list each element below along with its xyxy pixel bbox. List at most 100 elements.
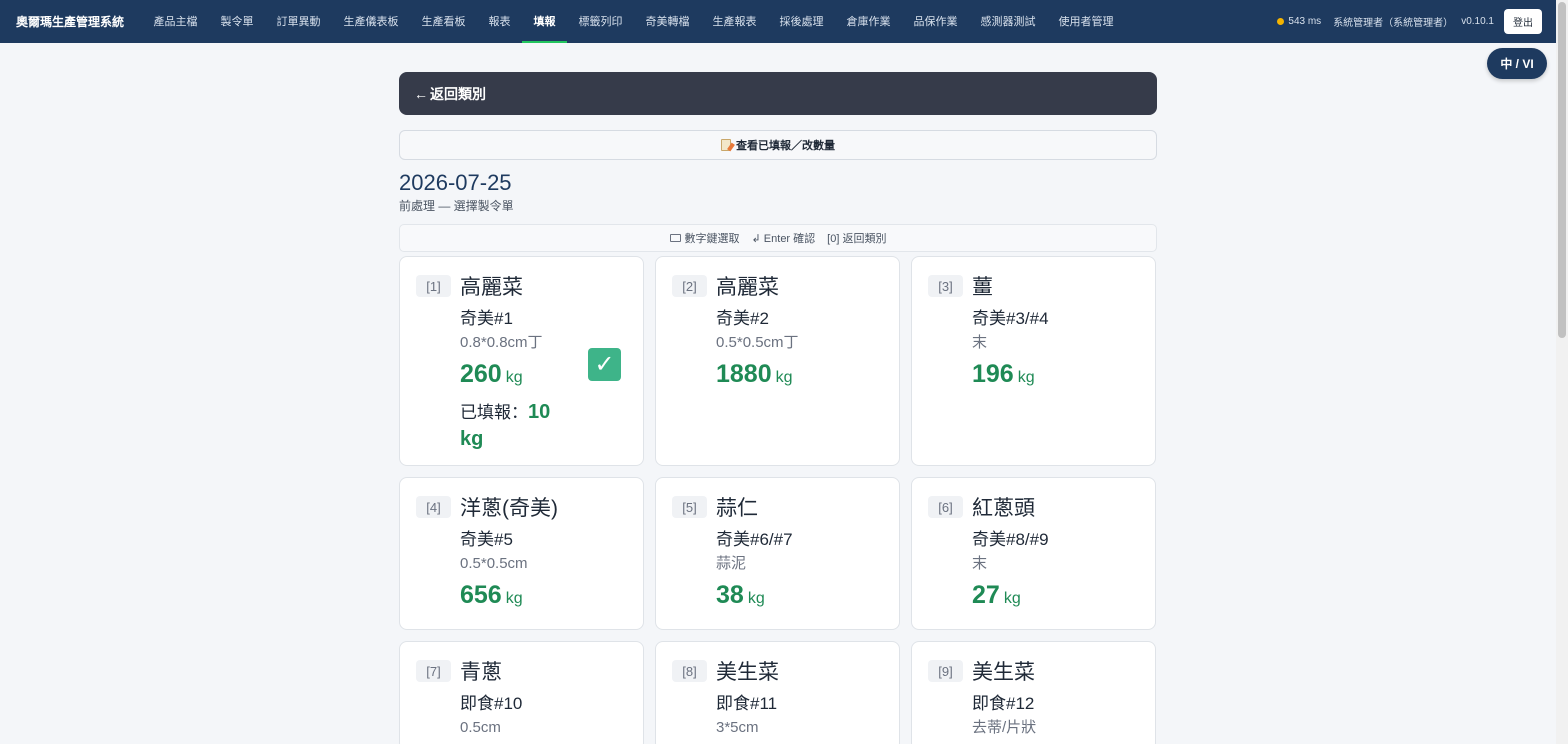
work-order-grid: [1] 高麗菜 奇美#1 0.8*0.8cm丁 260 kg 已填報：10 kg … (399, 256, 1157, 744)
view-filled-button[interactable]: 查看已填報／改數量 (399, 130, 1157, 160)
filled-amount: 已填報：10 kg (460, 399, 570, 453)
nav-item-production-board[interactable]: 生產看板 (410, 0, 477, 43)
nav-item-warehouse[interactable]: 倉庫作業 (835, 0, 902, 43)
keyboard-hint-bar: 數字鍵選取 ↲ Enter 確認 [0] 返回類別 (399, 224, 1157, 252)
key-badge: [7] (416, 660, 451, 682)
card-body: 高麗菜 奇美#2 0.5*0.5cm丁 1880 kg (716, 275, 883, 453)
nav-item-product-master[interactable]: 產品主檔 (142, 0, 209, 43)
memo-icon (721, 139, 731, 151)
main-nav: 產品主檔 製令單 訂單異動 生產儀表板 生產看板 報表 填報 標籤列印 奇美轉檔… (142, 0, 1125, 43)
nav-status-area: 543 ms 系統管理者（系統管理者） v0.10.1 登出 (1277, 9, 1542, 34)
product-spec: 末 (972, 334, 988, 351)
quantity-value: 38 (716, 581, 744, 609)
filled-label: 已填報： (460, 403, 528, 422)
product-spec: 末 (972, 555, 988, 572)
nav-item-sensor-test[interactable]: 感測器測試 (969, 0, 1047, 43)
top-nav-bar: 奧爾瑪生產管理系統 產品主檔 製令單 訂單異動 生產儀表板 生產看板 報表 填報… (0, 0, 1556, 43)
quantity-unit: kg (747, 590, 765, 607)
work-order-card[interactable]: [9] 美生菜 即食#12 去蒂/片狀 (911, 641, 1156, 744)
product-spec: 0.5cm (460, 719, 501, 736)
hint-back: [0] 返回類別 (827, 233, 887, 245)
product-name: 青蔥 (460, 661, 502, 684)
product-name: 美生菜 (972, 661, 1035, 684)
product-name: 高麗菜 (716, 276, 779, 299)
key-badge: [5] (672, 496, 707, 518)
product-name: 紅蔥頭 (972, 497, 1035, 520)
quantity-unit: kg (505, 590, 523, 607)
order-number: 奇美#2 (716, 309, 769, 328)
page-subtitle: 前處理 — 選擇製令單 (399, 199, 514, 213)
nav-item-label-print[interactable]: 標籤列印 (567, 0, 634, 43)
status-dot-icon (1277, 18, 1285, 25)
quantity-unit: kg (505, 369, 523, 386)
nav-item-chimei-convert[interactable]: 奇美轉檔 (634, 0, 701, 43)
quantity-unit: kg (1017, 369, 1035, 386)
work-order-card[interactable]: [8] 美生菜 即食#11 3*5cm (655, 641, 900, 744)
work-order-card[interactable]: [7] 青蔥 即食#10 0.5cm (399, 641, 644, 744)
product-name: 蒜仁 (716, 497, 758, 520)
quantity: 196 kg (972, 359, 1139, 393)
hint-numeric: 數字鍵選取 (669, 230, 740, 246)
order-number: 奇美#6/#7 (716, 530, 793, 549)
product-spec: 0.5*0.5cm (460, 555, 528, 572)
order-number: 即食#11 (716, 694, 778, 713)
hint-enter: ↲ Enter 確認 (751, 233, 816, 245)
main-content: ← 返回類別 查看已填報／改數量 2026-07-25 前處理 — 選擇製令單 … (399, 72, 1157, 744)
nav-item-production-dashboard[interactable]: 生產儀表板 (332, 0, 410, 43)
back-label: 返回類別 (430, 85, 486, 102)
quantity-unit: kg (775, 369, 793, 386)
nav-item-order-changes[interactable]: 訂單異動 (265, 0, 332, 43)
work-order-card[interactable]: [4] 洋蔥(奇美) 奇美#5 0.5*0.5cm 656 kg (399, 477, 644, 630)
nav-item-work-order[interactable]: 製令單 (209, 0, 265, 43)
app-title[interactable]: 奧爾瑪生產管理系統 (16, 13, 124, 30)
nav-item-user-management[interactable]: 使用者管理 (1047, 0, 1125, 43)
quantity-unit: kg (1003, 590, 1021, 607)
key-badge: [9] (928, 660, 963, 682)
logout-button[interactable]: 登出 (1504, 9, 1542, 34)
nav-item-reports[interactable]: 報表 (477, 0, 522, 43)
product-spec: 3*5cm (716, 719, 759, 736)
product-name: 高麗菜 (460, 276, 523, 299)
work-order-card[interactable]: [1] 高麗菜 奇美#1 0.8*0.8cm丁 260 kg 已填報：10 kg … (399, 256, 644, 466)
quantity-value: 1880 (716, 360, 772, 388)
hint-numeric-text: 數字鍵選取 (684, 233, 740, 245)
latency-text: 543 ms (1288, 16, 1322, 27)
product-name: 洋蔥(奇美) (460, 497, 558, 520)
quantity-value: 196 (972, 360, 1014, 388)
product-spec: 去蒂/片狀 (972, 719, 1037, 736)
key-badge: [8] (672, 660, 707, 682)
order-number: 奇美#3/#4 (972, 309, 1049, 328)
work-order-card[interactable]: [2] 高麗菜 奇美#2 0.5*0.5cm丁 1880 kg (655, 256, 900, 466)
app-version: v0.10.1 (1461, 16, 1494, 27)
page-scrollbar[interactable] (1556, 0, 1568, 744)
work-order-card[interactable]: [3] 薑 奇美#3/#4 末 196 kg (911, 256, 1156, 466)
quantity: 27 kg (972, 580, 1139, 614)
card-body: 紅蔥頭 奇美#8/#9 末 27 kg (972, 496, 1139, 617)
quantity-value: 27 (972, 581, 1000, 609)
page-title-date: 2026-07-25 (399, 170, 512, 195)
key-badge: [3] (928, 275, 963, 297)
back-to-category-button[interactable]: ← 返回類別 (399, 72, 1157, 115)
product-spec: 0.5*0.5cm丁 (716, 334, 799, 351)
product-spec: 蒜泥 (716, 555, 747, 572)
check-mark-icon: ✓ (588, 348, 621, 381)
scrollbar-thumb[interactable] (1558, 2, 1566, 338)
quantity: 38 kg (716, 580, 883, 614)
card-body: 美生菜 即食#11 3*5cm (716, 660, 883, 738)
current-user: 系統管理者（系統管理者） (1333, 18, 1454, 29)
key-badge: [1] (416, 275, 451, 297)
order-number: 奇美#5 (460, 530, 513, 549)
work-order-card[interactable]: [6] 紅蔥頭 奇美#8/#9 末 27 kg (911, 477, 1156, 630)
order-number: 即食#10 (460, 694, 523, 713)
work-order-card[interactable]: [5] 蒜仁 奇美#6/#7 蒜泥 38 kg (655, 477, 900, 630)
card-body: 蒜仁 奇美#6/#7 蒜泥 38 kg (716, 496, 883, 617)
language-toggle-button[interactable]: 中 / VI (1487, 48, 1547, 79)
key-badge: [4] (416, 496, 451, 518)
nav-item-fill-report[interactable]: 填報 (522, 0, 568, 43)
quantity-value: 260 (460, 360, 502, 388)
quantity-value: 656 (460, 581, 502, 609)
nav-item-quality[interactable]: 品保作業 (902, 0, 969, 43)
nav-item-post-harvest[interactable]: 採後處理 (768, 0, 835, 43)
order-number: 奇美#8/#9 (972, 530, 1049, 549)
nav-item-production-report[interactable]: 生產報表 (701, 0, 768, 43)
